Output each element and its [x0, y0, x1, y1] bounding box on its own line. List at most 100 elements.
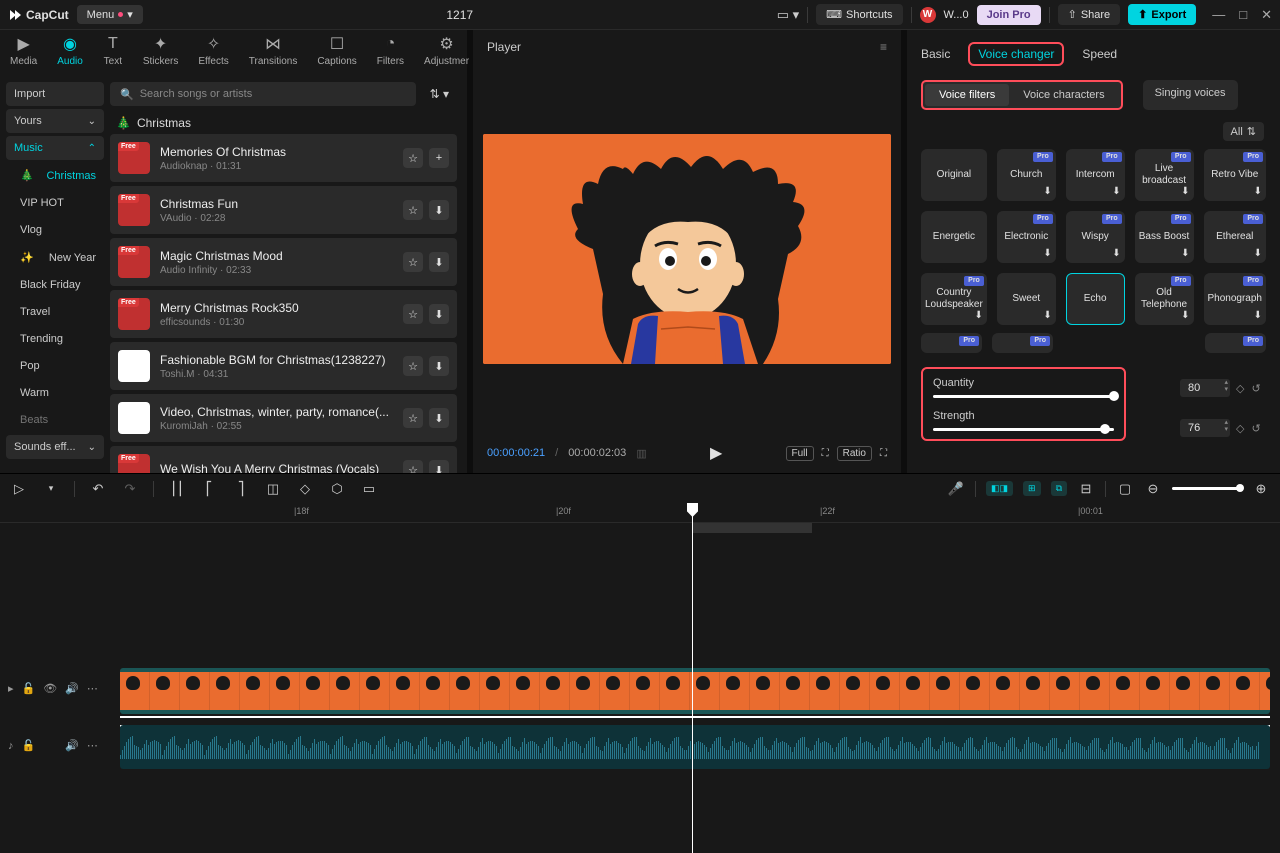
track-lock-icon[interactable]: 🔓: [22, 739, 36, 752]
voice-item[interactable]: ProWispy⬇: [1066, 211, 1125, 263]
sidebar-item[interactable]: VIP HOT: [6, 191, 104, 215]
marker-tool[interactable]: ◇: [296, 480, 314, 498]
tab-media[interactable]: ▶Media: [10, 34, 37, 67]
align-tool[interactable]: ⊟: [1077, 480, 1095, 498]
track-lock-icon[interactable]: 🔓: [22, 682, 36, 695]
maximize-icon[interactable]: □: [1239, 7, 1247, 23]
magnet-chip[interactable]: ⊞: [1023, 481, 1041, 496]
tab-transitions[interactable]: ⋈Transitions: [249, 34, 298, 67]
audio-track[interactable]: [120, 725, 1270, 769]
zoom-in-icon[interactable]: ⊕: [1252, 480, 1270, 498]
compare-icon[interactable]: ▥: [636, 447, 646, 460]
full-button[interactable]: Full: [786, 446, 814, 461]
link-chip[interactable]: ⧉: [1051, 481, 1067, 496]
sidebar-christmas[interactable]: 🎄 Christmas: [6, 163, 104, 188]
strength-value[interactable]: 76▴▾: [1180, 419, 1230, 437]
sidebar-yours[interactable]: Yours⌄: [6, 109, 104, 133]
split-tool[interactable]: ⎮⎮: [168, 480, 186, 498]
favorite-button[interactable]: ☆: [403, 460, 423, 473]
ratio-button[interactable]: Ratio: [837, 446, 872, 461]
voice-item[interactable]: ProBass Boost⬇: [1135, 211, 1194, 263]
tab-effects[interactable]: ✧Effects: [198, 34, 228, 67]
voice-item[interactable]: Pro: [1205, 333, 1266, 353]
delete-tool[interactable]: ▭: [360, 480, 378, 498]
add-button[interactable]: ⬇: [429, 460, 449, 473]
favorite-button[interactable]: ☆: [403, 252, 423, 272]
sidebar-sounds[interactable]: Sounds eff...⌄: [6, 435, 104, 459]
favorite-button[interactable]: ☆: [403, 408, 423, 428]
sidebar-item[interactable]: Pop: [6, 354, 104, 378]
song-item[interactable]: Free Memories Of Christmas Audioknap · 0…: [110, 134, 457, 182]
add-button[interactable]: ⬇: [429, 356, 449, 376]
song-item[interactable]: Free Christmas Fun VAudio · 02:28 ☆ ⬇: [110, 186, 457, 234]
shield-tool[interactable]: ⬡: [328, 480, 346, 498]
add-button[interactable]: ⬇: [429, 304, 449, 324]
favorite-button[interactable]: ☆: [403, 148, 423, 168]
voice-item[interactable]: ProPhonograph⬇: [1204, 273, 1267, 325]
add-button[interactable]: ⬇: [429, 200, 449, 220]
voice-item[interactable]: Echo: [1066, 273, 1125, 325]
filter-button[interactable]: ⇅ ▾: [422, 82, 457, 106]
undo-button[interactable]: ↶: [89, 480, 107, 498]
tab-filters[interactable]: ◔Filters: [377, 34, 404, 67]
track-mute-icon[interactable]: 🔊: [65, 739, 79, 752]
voice-item[interactable]: Pro: [992, 333, 1053, 353]
voice-item[interactable]: ProOld Telephone⬇: [1135, 273, 1194, 325]
pointer-menu[interactable]: ▾: [42, 480, 60, 498]
redo-button[interactable]: ↷: [121, 480, 139, 498]
tab-speed[interactable]: Speed: [1082, 43, 1117, 65]
playhead[interactable]: [692, 503, 693, 853]
tab-captions[interactable]: ☐Captions: [317, 34, 356, 67]
favorite-button[interactable]: ☆: [403, 304, 423, 324]
tab-adjustment[interactable]: ⚙Adjustmer: [424, 34, 469, 67]
track-mute-icon[interactable]: 🔊: [65, 682, 79, 695]
user-avatar[interactable]: W: [920, 7, 936, 23]
timeline[interactable]: |18f|20f|22f|00:01 ▸ 🔓 👁 🔊 ⋯ ♪ 🔓 🔊 ⋯: [0, 503, 1280, 853]
song-item[interactable]: Free We Wish You A Merry Christmas (Voca…: [110, 446, 457, 473]
voice-item[interactable]: ProIntercom⬇: [1066, 149, 1125, 201]
preview-tool[interactable]: ▢: [1116, 480, 1134, 498]
crop-icon[interactable]: ⛶: [822, 448, 829, 459]
play-button[interactable]: ▶: [710, 443, 722, 463]
add-button[interactable]: +: [429, 148, 449, 168]
sidebar-music[interactable]: Music⌃: [6, 136, 104, 160]
trim-right-tool[interactable]: ⎤: [232, 480, 250, 498]
search-input[interactable]: 🔍 Search songs or artists: [110, 82, 416, 106]
voice-item[interactable]: Energetic: [921, 211, 987, 263]
layout-icon[interactable]: ▭ ▾: [777, 7, 799, 23]
export-button[interactable]: ⬆ Export: [1128, 4, 1196, 25]
strength-slider[interactable]: [933, 428, 1114, 431]
player-menu-icon[interactable]: ≡: [880, 40, 887, 54]
sidebar-item[interactable]: Travel: [6, 300, 104, 324]
timeline-ruler[interactable]: |18f|20f|22f|00:01: [0, 503, 1280, 523]
trim-left-tool[interactable]: ⎡: [200, 480, 218, 498]
minimize-icon[interactable]: —: [1212, 7, 1225, 23]
sidebar-item[interactable]: Black Friday: [6, 273, 104, 297]
close-icon[interactable]: ✕: [1261, 7, 1272, 23]
tab-audio[interactable]: ◉Audio: [57, 34, 83, 67]
tab-voice-changer[interactable]: Voice changer: [968, 42, 1064, 66]
voice-item[interactable]: ProRetro Vibe⬇: [1204, 149, 1267, 201]
sidebar-item[interactable]: Trending: [6, 327, 104, 351]
track-type-icon[interactable]: ♪: [8, 740, 14, 752]
voice-item[interactable]: ProElectronic⬇: [997, 211, 1056, 263]
tab-basic[interactable]: Basic: [921, 43, 950, 65]
sidebar-item[interactable]: Warm: [6, 381, 104, 405]
sidebar-import[interactable]: Import: [6, 82, 104, 106]
shortcuts-button[interactable]: ⌨ Shortcuts: [816, 4, 902, 25]
zoom-slider[interactable]: [1172, 487, 1242, 490]
share-button[interactable]: ⇧ Share: [1058, 4, 1121, 25]
favorite-button[interactable]: ☆: [403, 356, 423, 376]
sidebar-item[interactable]: ✨ New Year: [6, 245, 104, 270]
song-item[interactable]: Fashionable BGM for Christmas(1238227) T…: [110, 342, 457, 390]
tab-stickers[interactable]: ✦Stickers: [143, 34, 179, 67]
favorite-button[interactable]: ☆: [403, 200, 423, 220]
track-collapse-icon[interactable]: ▸: [8, 682, 14, 695]
voice-item[interactable]: ProChurch⬇: [997, 149, 1056, 201]
video-track[interactable]: [120, 668, 1270, 714]
snap-chip[interactable]: ◧◨: [986, 481, 1013, 496]
quantity-value[interactable]: 80▴▾: [1180, 379, 1230, 397]
mic-icon[interactable]: 🎤: [947, 480, 965, 498]
song-item[interactable]: Video, Christmas, winter, party, romance…: [110, 394, 457, 442]
tab-text[interactable]: TText: [103, 34, 123, 67]
